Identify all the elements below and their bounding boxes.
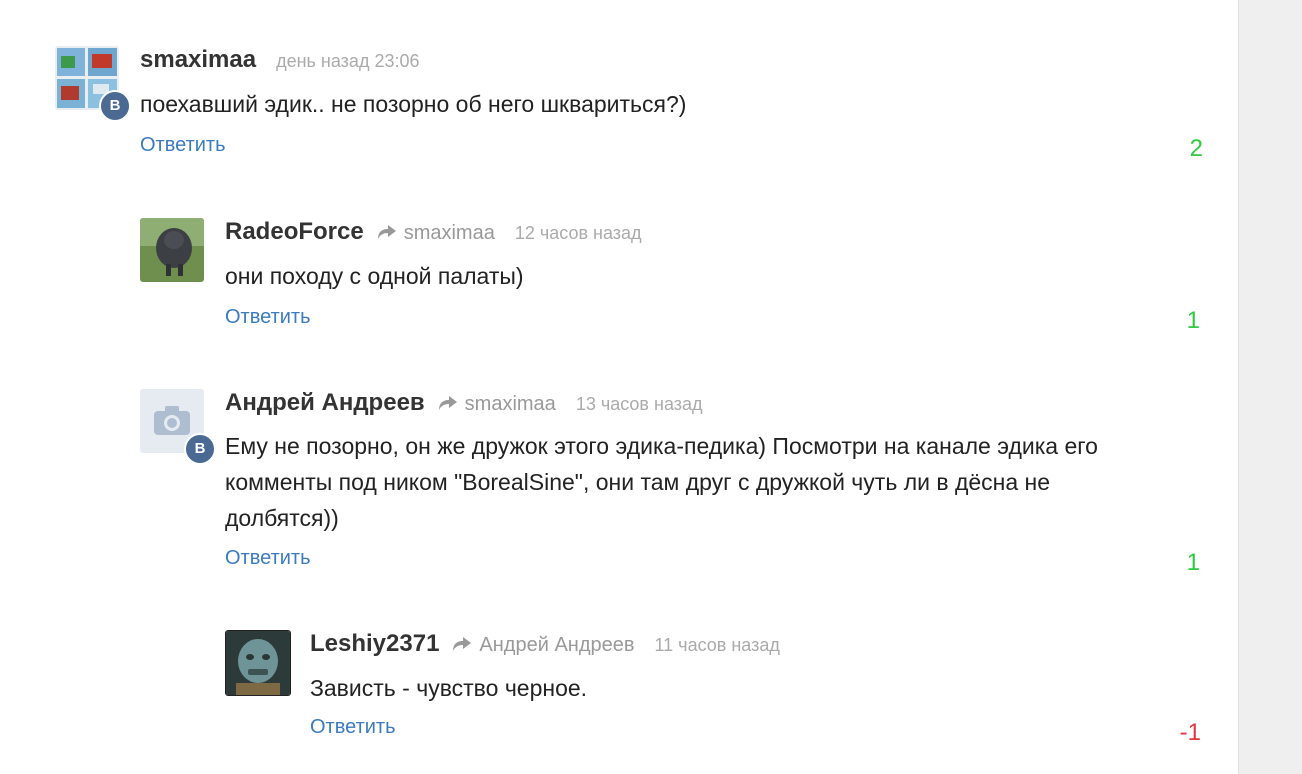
timestamp: 13 часов назад (575, 394, 703, 414)
comment-score: 2 (1189, 135, 1203, 162)
reply-arrow-icon (377, 225, 396, 239)
avatar[interactable]: В (55, 46, 131, 122)
avatar[interactable] (225, 630, 291, 696)
reply-arrow-icon (438, 396, 457, 410)
comment-score: 1 (1186, 307, 1200, 334)
vk-icon: В (184, 433, 216, 465)
comment-andrey-andreev: В Андрей Андреев smaximaa 13 часов назад… (140, 389, 1215, 579)
avatar[interactable]: В (140, 389, 216, 465)
animal-avatar-image (140, 218, 204, 282)
comment-text: они походу с одной палаты) (225, 263, 524, 289)
comment-score: 1 (1186, 549, 1200, 576)
reply-button[interactable]: Ответить (310, 716, 396, 739)
comment-header: Андрей Андреев smaximaa 13 часов назад (225, 389, 703, 423)
comment-text: поехавший эдик.. не позорно об него шква… (140, 91, 687, 117)
comment-header: smaximaa день назад 23:06 (140, 46, 420, 80)
comment-score: -1 (1179, 719, 1201, 746)
comment-text: Ему не позорно, он же дружок этого эдика… (225, 428, 1098, 536)
vk-icon: В (99, 90, 131, 122)
author-name[interactable]: Leshiy2371 (310, 630, 439, 658)
author-name[interactable]: Андрей Андреев (225, 389, 425, 417)
comment-leshiy2371: Leshiy2371 Андрей Андреев 11 часов назад… (225, 630, 1215, 760)
timestamp: день назад 23:06 (276, 51, 420, 71)
creature-avatar-image (225, 630, 291, 696)
author-name[interactable]: RadeoForce (225, 218, 364, 246)
comment-text-line: Ему не позорно, он же дружок этого эдика… (225, 433, 1098, 459)
reply-to-name[interactable]: smaximaa (465, 393, 556, 416)
reply-to-name[interactable]: Андрей Андреев (479, 634, 634, 657)
timestamp: 12 часов назад (514, 223, 642, 243)
comment-text: Зависть - чувство черное. (310, 675, 588, 701)
author-name[interactable]: smaximaa (140, 46, 256, 74)
reply-button[interactable]: Ответить (225, 547, 311, 570)
reply-to-name[interactable]: smaximaa (404, 222, 495, 245)
reply-arrow-icon (453, 637, 472, 651)
comment-header: Leshiy2371 Андрей Андреев 11 часов назад (310, 630, 780, 664)
comment-text-line: комменты под ником "BorealSine", они там… (225, 469, 1051, 495)
avatar[interactable] (140, 218, 204, 282)
comment-smaximaa: В smaximaa день назад 23:06 поехавший эд… (55, 46, 1215, 166)
reply-button[interactable]: Ответить (140, 134, 226, 157)
timestamp: 11 часов назад (654, 635, 780, 655)
comment-text-line: долбятся)) (225, 505, 339, 531)
comment-radeoforce: RadeoForce smaximaa 12 часов назад они п… (140, 218, 1215, 338)
comment-header: RadeoForce smaximaa 12 часов назад (225, 218, 642, 252)
right-sidebar-gutter (1238, 0, 1302, 774)
reply-button[interactable]: Ответить (225, 306, 311, 329)
